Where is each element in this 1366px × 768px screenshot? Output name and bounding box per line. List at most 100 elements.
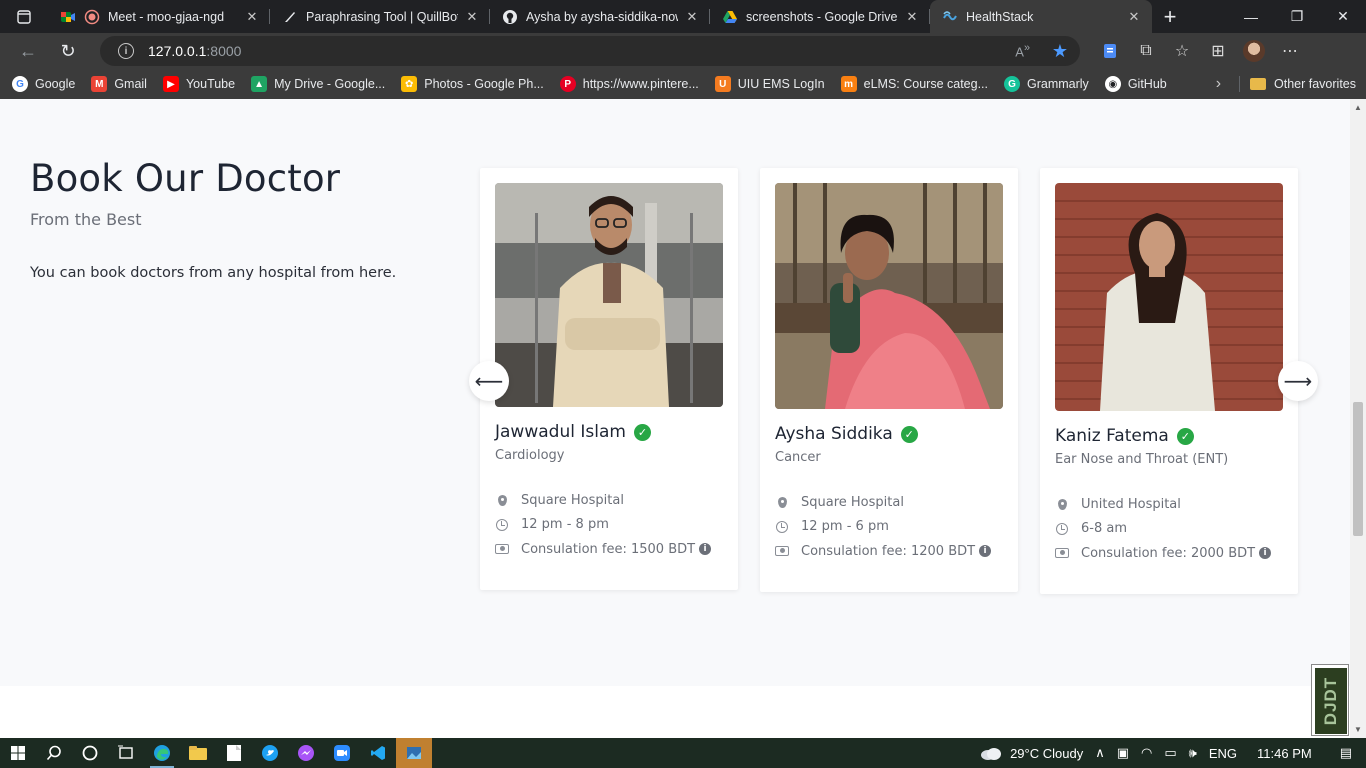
bookmark-youtube[interactable]: ▶ YouTube (162, 76, 235, 92)
tab-actions-icon (17, 9, 31, 24)
messenger-button[interactable] (288, 738, 324, 768)
restore-icon: ❐ (1290, 8, 1304, 24)
bookmark-github[interactable]: ◉ GitHub (1104, 76, 1167, 92)
chevron-right-icon[interactable]: › (1216, 75, 1221, 93)
scroll-down-icon[interactable]: ▼ (1354, 725, 1362, 734)
doctor-card[interactable]: Kaniz Fatema ✓ Ear Nose and Throat (ENT)… (1040, 168, 1298, 594)
other-favorites-link[interactable]: Other favorites (1274, 77, 1356, 91)
close-window-button[interactable]: ✕ (1320, 0, 1366, 33)
doctor-photo[interactable] (495, 183, 723, 407)
drive-icon (722, 9, 738, 25)
scrollbar-thumb[interactable] (1353, 402, 1363, 536)
scroll-up-icon[interactable]: ▲ (1354, 103, 1362, 112)
notepad-button[interactable] (216, 738, 252, 768)
clock-icon (1055, 522, 1069, 535)
cortana-button[interactable] (72, 738, 108, 768)
uiu-icon: U (714, 76, 731, 92)
doctor-card[interactable]: Jawwadul Islam ✓ Cardiology Square Hospi… (480, 168, 738, 590)
extension-docs-button[interactable] (1092, 43, 1128, 59)
browser-tab-active[interactable]: HealthStack ✕ (930, 0, 1152, 33)
read-aloud-icon[interactable]: A» (1015, 42, 1030, 59)
carousel-prev-button[interactable]: ⟵ (469, 361, 509, 401)
extensions-button[interactable]: ⧉ (1128, 42, 1164, 60)
doctor-hours: 12 pm - 6 pm (801, 519, 889, 535)
weather-widget[interactable]: 29°C Cloudy (974, 746, 1089, 761)
chevron-up-icon[interactable]: ∧ (1089, 745, 1111, 761)
bookmark-pinterest[interactable]: Phttps://www.pintere... (559, 76, 699, 92)
favorites-button[interactable]: ☆ (1164, 41, 1200, 61)
tab-close-icon[interactable]: ✕ (904, 9, 920, 25)
edge-taskbar-button[interactable] (144, 738, 180, 768)
notifications-icon[interactable]: ▤ (1326, 745, 1366, 761)
info-icon[interactable]: i (1259, 547, 1272, 560)
bookmark-uiu[interactable]: U UIU EMS LogIn (714, 76, 825, 92)
file-explorer-button[interactable] (180, 738, 216, 768)
zoom-button[interactable] (324, 738, 360, 768)
info-icon[interactable]: i (979, 545, 992, 558)
browser-tab[interactable]: Meet - moo-gjaa-ngd ✕ (48, 0, 270, 33)
favorite-star-icon[interactable]: ★ (1052, 41, 1068, 62)
app-tray-icon[interactable]: ▣ (1111, 745, 1135, 761)
location-pin-icon (775, 496, 789, 508)
start-button[interactable] (0, 738, 36, 768)
bookmark-photos[interactable]: ✿ Photos - Google Ph... (401, 76, 544, 92)
close-icon: ✕ (1337, 8, 1349, 24)
doctor-fee: Consulation fee: 1200 BDT (801, 543, 976, 559)
paint-button[interactable] (396, 738, 432, 768)
bookmark-drive[interactable]: ▲ My Drive - Google... (251, 76, 385, 92)
doctor-photo[interactable] (1055, 183, 1283, 411)
bookmark-elms[interactable]: m eLMS: Course categ... (840, 76, 988, 92)
doctor-name[interactable]: Aysha Siddika (775, 424, 893, 444)
doctor-specialty: Cancer (775, 450, 821, 465)
divider (1239, 76, 1241, 92)
tab-close-icon[interactable]: ✕ (464, 9, 480, 25)
bookmark-gmail[interactable]: M Gmail (91, 76, 147, 92)
language-indicator[interactable]: ENG (1203, 746, 1243, 761)
refresh-button[interactable]: ↻ (52, 37, 84, 65)
back-button[interactable]: ← (12, 37, 44, 65)
wifi-icon[interactable]: ◠ (1135, 745, 1158, 761)
weather-text: 29°C Cloudy (1010, 745, 1084, 761)
doctor-photo[interactable] (775, 183, 1003, 409)
settings-menu-button[interactable]: ⋯ (1272, 41, 1308, 61)
django-debug-toolbar-handle[interactable]: DJDT (1311, 664, 1349, 736)
twitter-button[interactable] (252, 738, 288, 768)
profile-button[interactable] (1236, 40, 1272, 62)
page-scrollbar[interactable]: ▲ ▼ (1350, 99, 1366, 738)
tab-title: Aysha by aysha-siddika-nowshin (526, 9, 678, 24)
bookmark-label: Photos - Google Ph... (424, 77, 544, 91)
bookmark-google[interactable]: G Google (12, 76, 75, 92)
search-icon (46, 745, 61, 761)
tab-close-icon[interactable]: ✕ (244, 9, 260, 25)
info-icon[interactable]: i (699, 543, 712, 556)
tab-close-icon[interactable]: ✕ (684, 9, 700, 25)
browser-tab[interactable]: Paraphrasing Tool | QuillBot AI ✕ (270, 0, 490, 33)
restore-button[interactable]: ❐ (1274, 0, 1320, 33)
battery-icon[interactable]: ▭ (1158, 745, 1182, 761)
search-button[interactable] (36, 738, 72, 768)
vscode-button[interactable] (360, 738, 396, 768)
browser-tab[interactable]: Aysha by aysha-siddika-nowshin ✕ (490, 0, 710, 33)
bookmark-label: My Drive - Google... (274, 77, 386, 91)
doctor-hours: 6-8 am (1081, 521, 1127, 537)
cloud-icon (981, 748, 1002, 760)
browser-tab[interactable]: screenshots - Google Drive ✕ (710, 0, 930, 33)
doctor-name[interactable]: Kaniz Fatema (1055, 426, 1169, 446)
minimize-button[interactable]: — (1228, 0, 1274, 33)
windows-icon (11, 746, 25, 760)
address-bar[interactable]: i 127.0.0.1:8000 A» ★ (100, 36, 1080, 66)
collections-button[interactable]: ⊞ (1200, 41, 1236, 61)
doctor-card[interactable]: Aysha Siddika ✓ Cancer Square Hospital 1… (760, 168, 1018, 592)
task-view-button[interactable] (108, 738, 144, 768)
site-info-icon[interactable]: i (118, 43, 134, 59)
github-icon: ◉ (1104, 76, 1121, 92)
volume-icon[interactable]: 🕪 (1183, 745, 1203, 761)
tab-actions-button[interactable] (0, 0, 48, 33)
new-tab-button[interactable]: + (1152, 0, 1188, 33)
grammarly-icon: G (1004, 76, 1020, 92)
doctor-name[interactable]: Jawwadul Islam (495, 422, 626, 442)
bookmark-grammarly[interactable]: G Grammarly (1004, 76, 1089, 92)
clock[interactable]: 11:46 PM (1243, 746, 1326, 761)
tab-close-icon[interactable]: ✕ (1126, 9, 1142, 25)
carousel-next-button[interactable]: ⟶ (1278, 361, 1318, 401)
